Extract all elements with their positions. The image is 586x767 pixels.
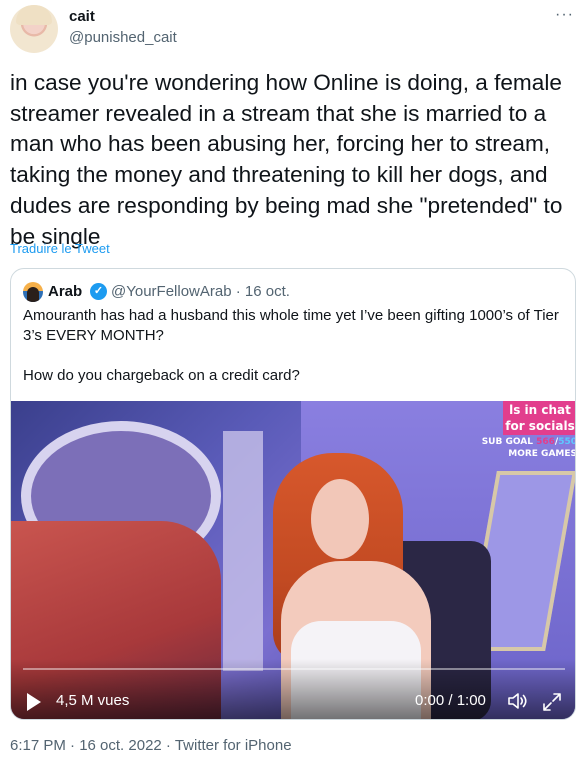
play-icon[interactable] — [27, 693, 41, 711]
tweet-meta: 6:17 PM · 16 oct. 2022 · Twitter for iPh… — [10, 737, 292, 754]
volume-icon[interactable] — [507, 691, 529, 711]
translate-tweet-link[interactable]: Traduire le Tweet — [10, 241, 110, 256]
quoted-author-avatar — [23, 282, 43, 302]
video-frame-shelf — [223, 431, 263, 671]
sub-goal-value: 566 — [536, 437, 555, 447]
stream-overlay-line2: for socials — [505, 419, 575, 433]
sub-goal-target: 550 — [558, 437, 576, 447]
quoted-tweet[interactable]: Arab ✓ @YourFellowArab · 16 oct. Amouran… — [10, 268, 576, 720]
video-progress-bar[interactable] — [23, 668, 565, 670]
video-time: 0:00 / 1:00 — [415, 692, 486, 709]
author-name[interactable]: cait — [69, 8, 95, 25]
stream-overlay-line1: ls in chat — [509, 403, 571, 417]
quoted-tweet-text: Amouranth has had a husband this whole t… — [23, 307, 559, 384]
stream-sub-goal: SUB GOAL 566/550 MORE GAMES — [481, 436, 576, 460]
author-avatar[interactable] — [10, 5, 58, 53]
video-controls: 4,5 M vues 0:00 / 1:00 — [11, 659, 575, 719]
sub-goal-label: SUB GOAL — [481, 437, 533, 447]
tweet-text: in case you're wondering how Online is d… — [10, 70, 563, 249]
author-handle[interactable]: @punished_cait — [69, 29, 177, 46]
quoted-author-handle-date: @YourFellowArab · 16 oct. — [111, 283, 290, 300]
more-games-label: MORE GAMES — [508, 449, 576, 459]
video-player[interactable]: ls in chat for socials SUB GOAL 566/550 … — [11, 401, 576, 719]
quoted-author-name: Arab — [48, 283, 83, 300]
verified-badge-icon: ✓ — [90, 283, 107, 300]
stream-overlay-banner: ls in chat for socials — [503, 401, 575, 435]
expand-icon[interactable] — [541, 691, 563, 713]
video-frame-person-face — [311, 479, 369, 559]
video-view-count: 4,5 M vues — [56, 692, 130, 709]
more-options-icon[interactable]: ··· — [555, 6, 574, 24]
